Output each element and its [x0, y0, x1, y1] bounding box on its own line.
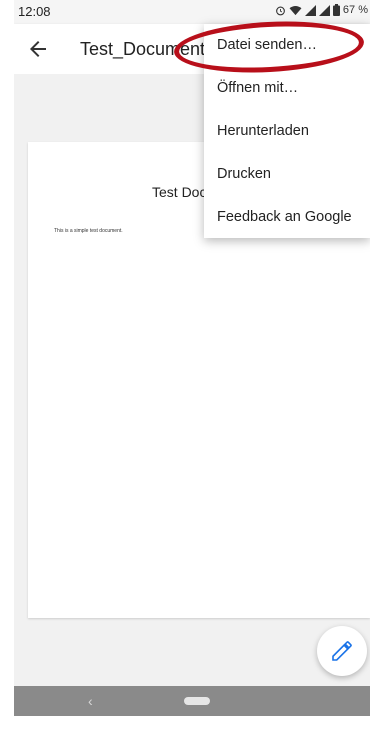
- nav-home-pill[interactable]: [184, 697, 210, 705]
- status-time: 12:08: [18, 4, 51, 19]
- wifi-icon: [289, 5, 302, 16]
- battery-icon: [332, 4, 340, 16]
- nav-back-icon[interactable]: ‹: [88, 693, 93, 709]
- system-nav-bar: ‹: [14, 686, 370, 716]
- menu-item-print[interactable]: Drucken: [204, 153, 370, 196]
- menu-item-open-with[interactable]: Öffnen mit…: [204, 67, 370, 110]
- menu-item-send-file[interactable]: Datei senden…: [204, 24, 370, 67]
- arrow-back-icon[interactable]: [26, 37, 50, 61]
- phone-screen: 12:08 67 % Test_Document.pdf Test Docume…: [14, 0, 370, 716]
- signal-icon-2: [318, 4, 330, 16]
- battery-percentage: 67 %: [342, 4, 368, 16]
- status-icons: 67 %: [275, 4, 368, 16]
- pencil-icon: [332, 641, 352, 661]
- menu-item-feedback[interactable]: Feedback an Google: [204, 196, 370, 239]
- document-body-text: This is a simple test document.: [54, 228, 123, 234]
- signal-icon: [304, 4, 316, 16]
- menu-item-download[interactable]: Herunterladen: [204, 110, 370, 153]
- alarm-icon: [275, 5, 286, 16]
- edit-button[interactable]: [317, 626, 367, 676]
- status-bar: 12:08 67 %: [14, 0, 370, 24]
- overflow-menu: Datei senden… Öffnen mit… Herunterladen …: [204, 24, 370, 238]
